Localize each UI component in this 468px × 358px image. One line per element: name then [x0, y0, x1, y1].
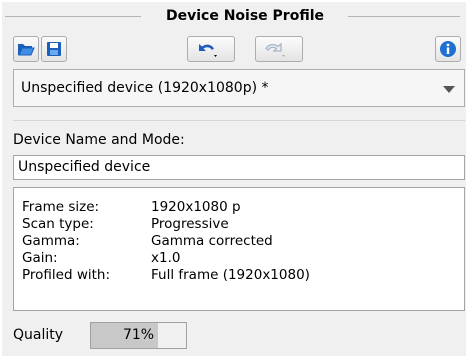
info-value: Progressive	[151, 216, 229, 232]
info-button[interactable]	[435, 36, 461, 62]
open-profile-button[interactable]	[13, 36, 39, 62]
device-noise-profile-panel: Device Noise Profile Unspecified device …	[2, 2, 466, 356]
device-name-field[interactable]: Unspecified device	[13, 155, 465, 180]
info-value: 1920x1080 p	[151, 199, 241, 215]
info-key: Profiled with:	[22, 267, 111, 283]
device-name-label: Device Name and Mode:	[13, 132, 185, 148]
quality-progress-bar: 71%	[90, 322, 187, 349]
info-value: x1.0	[151, 250, 181, 266]
undo-button[interactable]	[187, 36, 235, 62]
save-profile-button[interactable]	[41, 36, 67, 62]
panel-title: Device Noise Profile	[166, 8, 324, 24]
quality-label: Quality	[13, 327, 64, 343]
undo-arrow-icon	[199, 44, 217, 57]
profile-select-value: Unspecified device (1920x1080p) *	[21, 80, 269, 96]
redo-arrow-icon	[265, 42, 285, 57]
profile-select[interactable]: Unspecified device (1920x1080p) *	[13, 69, 465, 107]
quality-percent: 71%	[122, 327, 155, 343]
folder-open-icon	[18, 44, 35, 56]
info-key: Frame size:	[22, 199, 100, 215]
group-header: Device Noise Profile	[2, 7, 466, 25]
chevron-down-icon	[443, 86, 455, 93]
redo-button[interactable]	[255, 36, 303, 62]
info-value: Gamma corrected	[151, 233, 273, 249]
section-divider	[13, 120, 465, 121]
header-divider-left	[5, 16, 141, 17]
info-key: Scan type:	[22, 216, 94, 232]
info-key: Gain:	[22, 250, 58, 266]
info-icon	[440, 41, 456, 57]
device-info-box: Frame size: 1920x1080 p Scan type: Progr…	[13, 187, 465, 311]
floppy-save-icon	[47, 42, 61, 56]
info-value: Full frame (1920x1080)	[151, 267, 310, 283]
header-divider-right	[348, 16, 460, 17]
info-key: Gamma:	[22, 233, 80, 249]
